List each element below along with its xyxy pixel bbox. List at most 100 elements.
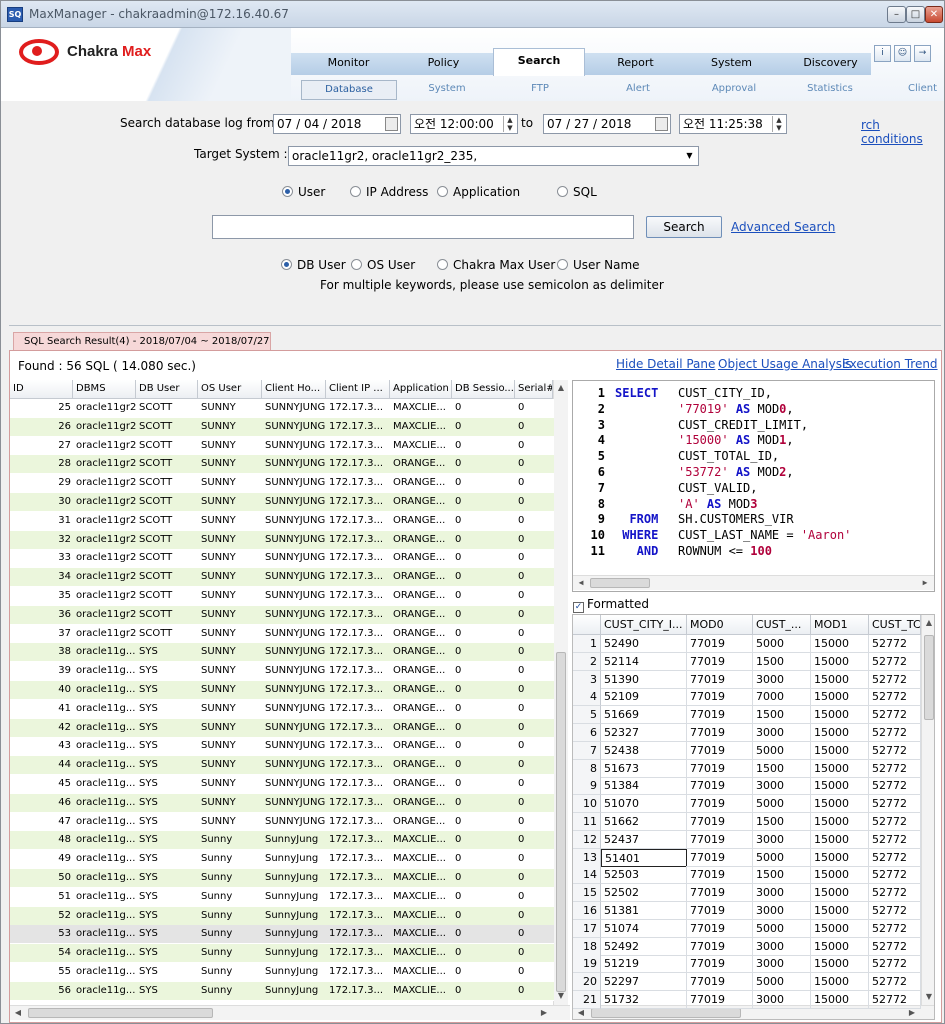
table-row[interactable]: 11 51662 77019 1500 15000 52772 (573, 813, 923, 831)
column-header[interactable]: Serial# (515, 380, 553, 399)
table-row[interactable]: 21 51732 77019 3000 15000 52772 (573, 991, 923, 1009)
table-row[interactable]: 49 oracle11g... SYS Sunny SunnyJung 172.17.3.… (10, 850, 554, 870)
table-row[interactable]: 12 52437 77019 3000 15000 52772 (573, 830, 923, 849)
calendar-icon[interactable] (385, 117, 398, 131)
grid-hscrollbar[interactable]: ◀ ▶ (10, 1005, 570, 1020)
result-vscrollbar[interactable]: ▲ ▼ (921, 615, 934, 1005)
table-row[interactable]: 31 oracle11gr2 SCOTT SUNNY SUNNYJUNG 172.17.3… (10, 511, 554, 531)
table-row[interactable]: 52 oracle11g... SYS Sunny SunnyJung 172.17.3.… (10, 906, 554, 926)
table-row[interactable]: 51 oracle11g... SYS Sunny SunnyJung 172.17.3.… (10, 887, 554, 907)
close-button[interactable]: ✕ (925, 6, 943, 23)
table-row[interactable]: 1 52490 77019 5000 15000 52772 (573, 635, 923, 653)
table-row[interactable]: 50 oracle11g... SYS Sunny SunnyJung 172.17.3.… (10, 869, 554, 888)
column-header[interactable]: CUST_TC (869, 615, 921, 635)
table-row[interactable]: 37 oracle11gr2 SCOTT SUNNY SUNNYJUNG 172.17.3… (10, 624, 554, 644)
tab-monitor[interactable]: Monitor (306, 54, 391, 76)
subtab-database[interactable]: Database (301, 80, 397, 100)
table-row[interactable]: 44 oracle11g... SYS SUNNY SUNNYJUNG 172.17.3.… (10, 756, 554, 776)
tab-search[interactable]: Search (493, 48, 585, 76)
result-tab[interactable]: SQL Search Result(4) - 2018/07/04 ~ 2018… (13, 332, 271, 350)
scroll-down-icon[interactable]: ▼ (923, 992, 934, 1001)
scroll-thumb[interactable] (591, 1008, 741, 1018)
scroll-left-icon[interactable]: ◀ (575, 1008, 587, 1017)
table-row[interactable]: 6 52327 77019 3000 15000 52772 (573, 724, 923, 742)
calendar-icon[interactable] (655, 117, 668, 131)
table-row[interactable]: 42 oracle11g... SYS SUNNY SUNNYJUNG 172.17.3.… (10, 718, 554, 738)
table-row[interactable]: 38 oracle11g... SYS SUNNY SUNNYJUNG 172.17.3.… (10, 643, 554, 663)
table-row[interactable]: 53 oracle11g... SYS Sunny SunnyJung 172.17.3.… (10, 925, 554, 945)
table-row[interactable]: 27 oracle11gr2 SCOTT SUNNY SUNNYJUNG 172.17.3… (10, 436, 554, 456)
scroll-down-icon[interactable]: ▼ (555, 991, 567, 1000)
tab-system[interactable]: System (689, 54, 774, 76)
table-row[interactable]: 26 oracle11gr2 SCOTT SUNNY SUNNYJUNG 172.17.3… (10, 417, 554, 437)
tab-policy[interactable]: Policy (401, 54, 486, 76)
user-icon[interactable]: ☺ (894, 45, 911, 62)
scroll-left-icon[interactable]: ◀ (575, 578, 587, 587)
scroll-left-icon[interactable]: ◀ (12, 1008, 24, 1017)
column-header[interactable]: MOD1 (811, 615, 869, 635)
table-row[interactable]: 25 oracle11gr2 SCOTT SUNNY SUNNYJUNG 172.17.3… (10, 399, 554, 418)
column-header[interactable]: MOD0 (687, 615, 753, 635)
table-row[interactable]: 55 oracle11g... SYS Sunny SunnyJung 172.17.3.… (10, 963, 554, 982)
table-row[interactable]: 17 51074 77019 5000 15000 52772 (573, 919, 923, 938)
subtab-ftp[interactable]: FTP (499, 80, 581, 100)
table-row[interactable]: 5 51669 77019 1500 15000 52772 (573, 706, 923, 725)
table-row[interactable]: 16 51381 77019 3000 15000 52772 (573, 902, 923, 920)
radio-os-user[interactable]: OS User (351, 258, 415, 272)
table-row[interactable]: 13 51401 77019 5000 15000 52772 (573, 848, 923, 867)
table-row[interactable]: 19 51219 77019 3000 15000 52772 (573, 955, 923, 974)
table-row[interactable]: 2 52114 77019 1500 15000 52772 (573, 652, 923, 671)
table-row[interactable]: 15 52502 77019 3000 15000 52772 (573, 884, 923, 903)
table-row[interactable]: 9 51384 77019 3000 15000 52772 (573, 777, 923, 796)
chevron-down-icon[interactable]: ▼ (683, 149, 696, 163)
table-row[interactable]: 43 oracle11g... SYS SUNNY SUNNYJUNG 172.17.3.… (10, 737, 554, 757)
advanced-search-link[interactable]: Advanced Search (731, 220, 835, 234)
time-spinner-icon[interactable]: ▲ ▼ (503, 116, 516, 132)
table-row[interactable]: 32 oracle11gr2 SCOTT SUNNY SUNNYJUNG 172.17.3… (10, 530, 554, 550)
subtab-system[interactable]: System (406, 80, 488, 100)
info-icon[interactable]: i (874, 45, 891, 62)
tab-report[interactable]: Report (593, 54, 678, 76)
radio-db-user[interactable]: DB User (281, 258, 346, 272)
table-row[interactable]: 20 52297 77019 5000 15000 52772 (573, 973, 923, 992)
table-row[interactable]: 48 oracle11g... SYS Sunny SunnyJung 172.17.3.… (10, 831, 554, 851)
search-button[interactable]: Search (646, 216, 722, 238)
table-row[interactable]: 39 oracle11g... SYS SUNNY SUNNYJUNG 172.17.3.… (10, 662, 554, 682)
table-row[interactable]: 8 51673 77019 1500 15000 52772 (573, 759, 923, 778)
radio-user-name[interactable]: User Name (557, 258, 640, 272)
from-time-field[interactable]: 오전 12:00:00 ▲ ▼ (410, 114, 518, 134)
table-row[interactable]: 4 52109 77019 7000 15000 52772 (573, 688, 923, 707)
table-row[interactable]: 56 oracle11g... SYS Sunny SunnyJung 172.17.3.… (10, 981, 554, 1001)
table-row[interactable]: 46 oracle11g... SYS SUNNY SUNNYJUNG 172.17.3.… (10, 793, 554, 813)
subtab-approval[interactable]: Approval (693, 80, 775, 100)
table-row[interactable]: 34 oracle11gr2 SCOTT SUNNY SUNNYJUNG 172.17.3… (10, 568, 554, 588)
subtab-statistics[interactable]: Statistics (789, 80, 871, 100)
sql-text-pane[interactable]: ◀ ▶ 1 SELECT CUST_CITY_ID, 2 '77019' AS MO… (572, 380, 935, 592)
table-row[interactable]: 14 52503 77019 1500 15000 52772 (573, 866, 923, 885)
radio-sql[interactable]: SQL (557, 185, 597, 199)
search-conditions-link[interactable]: rch conditions (861, 118, 944, 146)
scroll-thumb[interactable] (590, 578, 650, 588)
scroll-up-icon[interactable]: ▲ (923, 618, 934, 627)
to-time-field[interactable]: 오전 11:25:38 ▲ ▼ (679, 114, 787, 134)
table-row[interactable]: 40 oracle11g... SYS SUNNY SUNNYJUNG 172.17.3.… (10, 681, 554, 700)
table-row[interactable]: 10 51070 77019 5000 15000 52772 (573, 795, 923, 814)
column-header[interactable]: CUST_... (753, 615, 811, 635)
object-usage-analysis-link[interactable]: Object Usage Analysis (718, 357, 852, 371)
table-row[interactable]: 47 oracle11g... SYS SUNNY SUNNYJUNG 172.17.3.… (10, 812, 554, 832)
minimize-button[interactable]: – (887, 6, 906, 23)
column-header[interactable]: ID (10, 380, 73, 399)
column-header[interactable]: DB Sessio... (452, 380, 515, 399)
column-header[interactable]: Application (390, 380, 452, 399)
table-row[interactable]: 45 oracle11g... SYS SUNNY SUNNYJUNG 172.17.3.… (10, 775, 554, 794)
time-spinner-icon[interactable]: ▲ ▼ (772, 116, 785, 132)
from-date-field[interactable]: 07 / 04 / 2018 (273, 114, 401, 134)
scroll-up-icon[interactable]: ▲ (555, 383, 567, 392)
scroll-thumb[interactable] (28, 1008, 213, 1018)
column-header[interactable]: Client IP ... (326, 380, 390, 399)
radio-application[interactable]: Application (437, 185, 520, 199)
table-row[interactable]: 29 oracle11gr2 SCOTT SUNNY SUNNYJUNG 172.17.3… (10, 474, 554, 494)
tab-discovery[interactable]: Discovery (788, 54, 873, 76)
table-row[interactable]: 33 oracle11gr2 SCOTT SUNNY SUNNYJUNG 172.17.3… (10, 549, 554, 569)
scroll-right-icon[interactable]: ▶ (538, 1008, 550, 1017)
